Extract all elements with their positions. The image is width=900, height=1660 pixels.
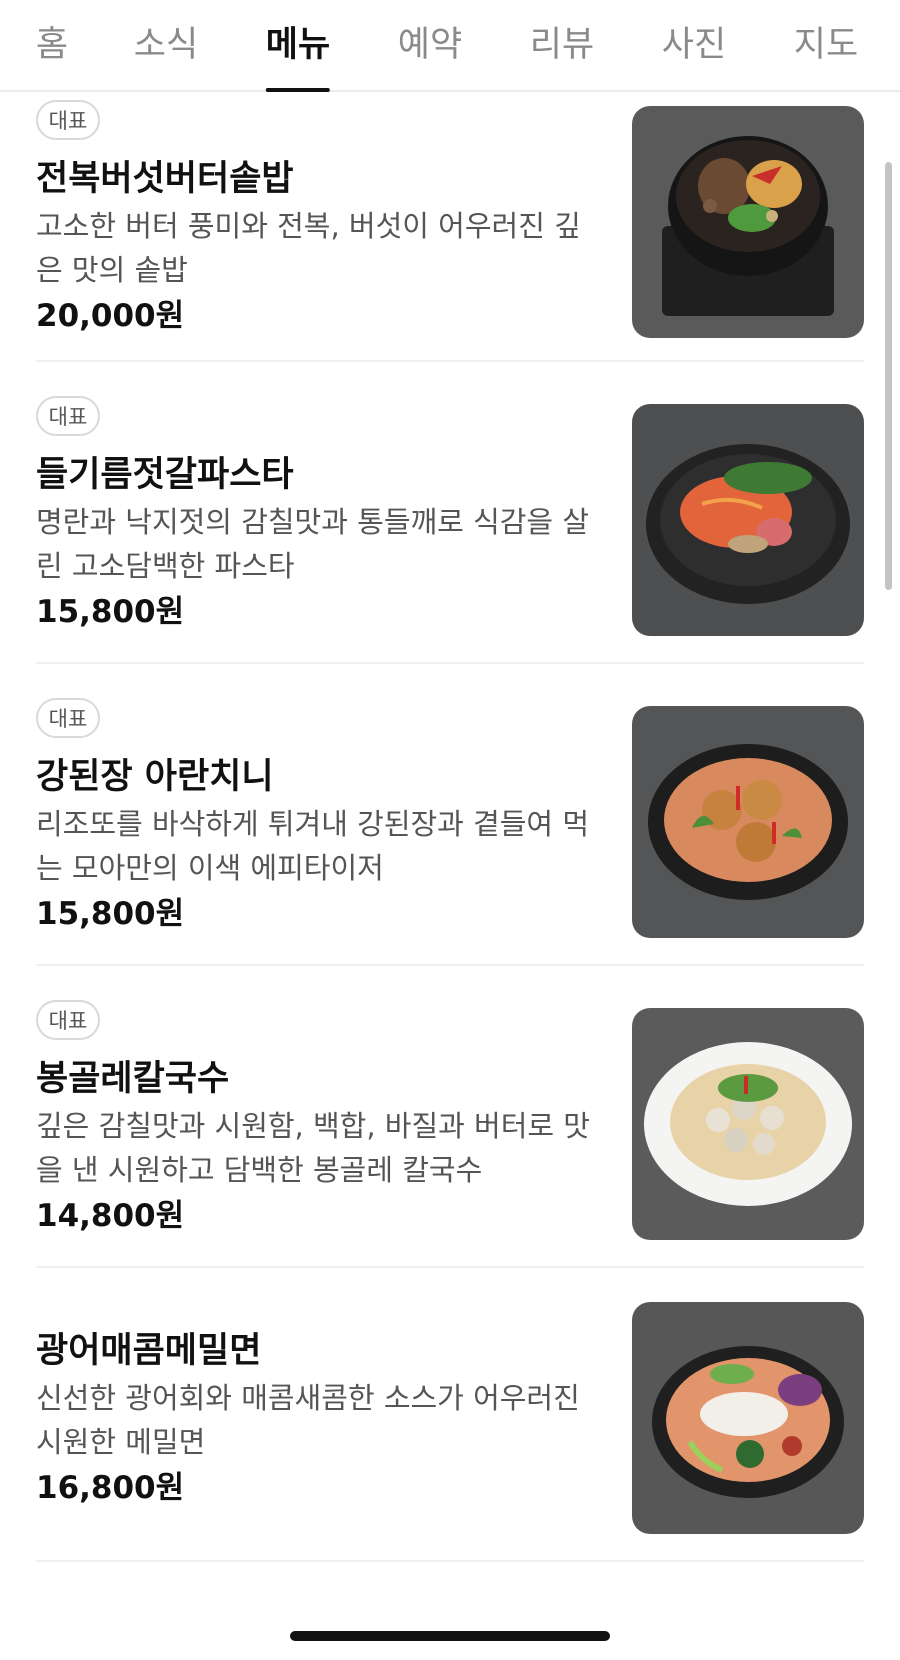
tab-map[interactable]: 지도 [794, 16, 858, 92]
menu-item-photo[interactable] [632, 106, 864, 338]
menu-item-description: 리조또를 바삭하게 튀겨내 강된장과 곁들여 먹는 모아만의 이색 에피타이저 [36, 807, 590, 885]
menu-divider [36, 1560, 864, 1562]
menu-item-description: 깊은 감칠맛과 시원함, 백합, 바질과 버터로 맛을 낸 시원하고 담백한 봉… [36, 1109, 590, 1187]
menu-item-photo[interactable] [632, 1008, 864, 1240]
menu-item-price: 20,000원 [36, 298, 185, 334]
signature-badge: 대표 [36, 1000, 100, 1040]
menu-item-name: 광어매콤메밀면 [36, 1331, 262, 1371]
menu-divider [36, 964, 864, 966]
menu-item-photo[interactable] [632, 404, 864, 636]
signature-badge: 대표 [36, 100, 100, 140]
menu-item-name: 강된장 아란치니 [36, 757, 274, 797]
menu-divider [36, 662, 864, 664]
menu-item-name: 전복버섯버터솥밥 [36, 159, 294, 199]
tab-menu[interactable]: 메뉴 [266, 16, 330, 92]
menu-tab-bar: 홈 소식 메뉴 예약 리뷰 사진 지도 [0, 0, 900, 92]
menu-item-description: 신선한 광어회와 매콤새콤한 소스가 어우러진 시원한 메밀면 [36, 1381, 580, 1459]
tab-news[interactable]: 소식 [134, 16, 198, 92]
menu-item-price: 15,800원 [36, 594, 185, 630]
menu-item-name: 들기름젓갈파스타 [36, 455, 294, 495]
menu-item-photo[interactable] [632, 706, 864, 938]
tab-reviews[interactable]: 리뷰 [530, 16, 594, 92]
menu-divider [36, 360, 864, 362]
gangdoenjang-arancini-photo [632, 706, 864, 938]
scrollbar[interactable] [885, 162, 892, 590]
menu-divider [36, 1266, 864, 1268]
menu-item-price: 15,800원 [36, 896, 185, 932]
tab-home[interactable]: 홈 [36, 16, 68, 92]
menu-item-price: 14,800원 [36, 1198, 185, 1234]
spicy-flatfish-buckwheat-noodles-photo [632, 1302, 864, 1534]
menu-item-price: 16,800원 [36, 1470, 185, 1506]
menu-item-description: 명란과 낙지젓의 감칠맛과 통들깨로 식감을 살린 고소담백한 파스타 [36, 505, 590, 583]
signature-badge: 대표 [36, 396, 100, 436]
menu-item-name: 봉골레칼국수 [36, 1059, 230, 1099]
home-indicator[interactable] [290, 1631, 610, 1641]
menu-item-description: 고소한 버터 풍미와 전복, 버섯이 어우러진 깊은 맛의 솥밥 [36, 209, 581, 287]
vongole-kalguksu-photo [632, 1008, 864, 1240]
abalone-mushroom-butter-sotbap-photo [632, 106, 864, 338]
perilla-oil-jeotgal-pasta-photo [632, 404, 864, 636]
tab-reservation[interactable]: 예약 [398, 16, 462, 92]
signature-badge: 대표 [36, 698, 100, 738]
tab-photos[interactable]: 사진 [662, 16, 726, 92]
active-tab-indicator [266, 88, 330, 92]
menu-item-photo[interactable] [632, 1302, 864, 1534]
